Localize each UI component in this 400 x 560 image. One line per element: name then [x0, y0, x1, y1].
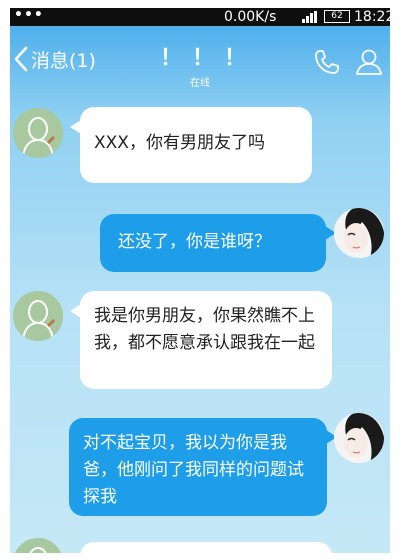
- message-bubble-incoming[interactable]: [80, 542, 332, 553]
- friend-avatar[interactable]: [13, 291, 63, 341]
- message-bubble-outgoing[interactable]: 对不起宝贝，我以为你是我爸，他刚问了我同样的问题试探我: [69, 418, 327, 516]
- status-bar: ••• 0.00K/s 62 18:22: [10, 8, 390, 26]
- user-avatar-image: [334, 208, 384, 258]
- profile-icon[interactable]: [354, 47, 384, 77]
- user-avatar-image: [334, 413, 384, 463]
- chat-header: 消息(1) ！！！ 在线: [10, 26, 390, 89]
- friend-avatar[interactable]: [13, 108, 63, 158]
- notification-dots: •••: [14, 8, 44, 23]
- online-status: 在线: [190, 78, 210, 89]
- back-button[interactable]: 消息(1): [14, 44, 96, 74]
- phone-icon[interactable]: [312, 47, 342, 77]
- battery-icon: 62: [324, 10, 350, 23]
- network-speed: 0.00K/s: [224, 9, 277, 25]
- user-avatar[interactable]: [334, 208, 384, 258]
- chat-screen: ••• 0.00K/s 62 18:22 消息(1) ！！！ 在线 XXX，你有…: [10, 8, 390, 553]
- friend-avatar-image: [13, 538, 63, 553]
- friend-avatar-image: [13, 108, 63, 158]
- chevron-left-icon: [14, 46, 28, 72]
- back-label: 消息(1): [31, 49, 96, 72]
- friend-avatar-image: [13, 291, 63, 341]
- user-avatar[interactable]: [334, 413, 384, 463]
- contact-name: ！！！: [160, 46, 257, 71]
- message-bubble-incoming[interactable]: 我是你男朋友，你果然瞧不上我，都不愿意承认跟我在一起: [80, 291, 332, 389]
- friend-avatar[interactable]: [13, 538, 63, 553]
- message-bubble-incoming[interactable]: XXX，你有男朋友了吗: [80, 107, 312, 183]
- signal-icon: [302, 11, 318, 23]
- clock: 18:22: [354, 9, 390, 25]
- message-bubble-outgoing[interactable]: 还没了，你是谁呀？: [100, 214, 326, 272]
